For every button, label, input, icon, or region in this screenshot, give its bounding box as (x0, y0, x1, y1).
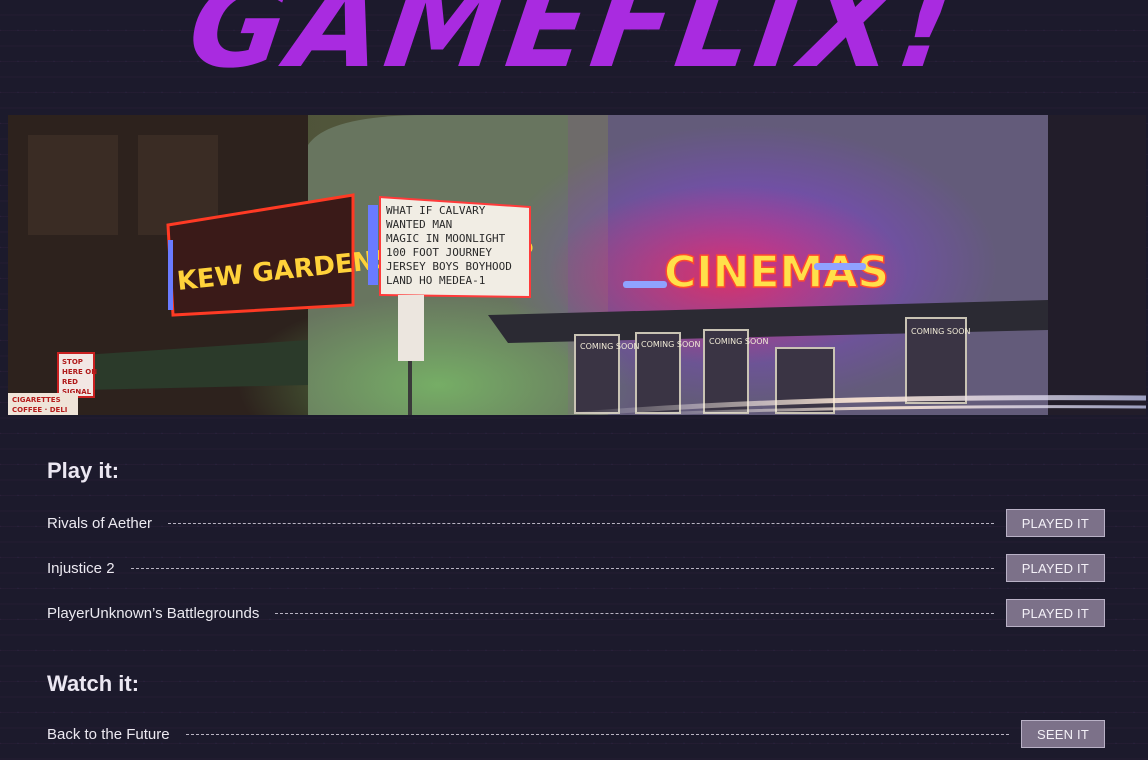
board-line-1: WHAT IF CALVARY (386, 204, 486, 217)
stop-sign-line-3: RED (62, 378, 78, 386)
store-sign-line-1: CIGARETTES (12, 396, 61, 404)
dotted-leader (130, 567, 994, 569)
poster-coming-2: COMING SOON (641, 340, 701, 349)
dotted-leader (185, 733, 1010, 735)
game-row: PlayerUnknown’s Battlegrounds PLAYED IT (47, 598, 1105, 628)
board-line-2: WANTED MAN (386, 218, 452, 231)
play-heading: Play it: (47, 458, 120, 483)
board-line-5: JERSEY BOYS BOYHOOD (386, 260, 512, 273)
board-line-3: MAGIC IN MOONLIGHT (386, 232, 506, 245)
banner-text-cinemas: CINEMAS (664, 247, 889, 298)
game-title: Injustice 2 (47, 559, 115, 577)
play-section: Play it: Rivals of Aether PLAYED IT Inju… (47, 458, 1105, 627)
poster-coming-3: COMING SOON (709, 337, 769, 346)
played-it-button[interactable]: PLAYED IT (1005, 554, 1105, 582)
game-title: PlayerUnknown’s Battlegrounds (47, 604, 260, 622)
watch-section: Watch it: Back to the Future SEEN IT (47, 671, 1105, 748)
stop-sign-line-2: HERE ON (62, 368, 97, 376)
poster-coming-4: COMING SOON (911, 327, 971, 336)
seen-it-button[interactable]: SEEN IT (1021, 720, 1105, 748)
poster-coming-1: COMING SOON (580, 342, 640, 351)
movie-row: Back to the Future SEEN IT (47, 719, 1105, 749)
gameflix-logo: GAMEFLIX! (180, 0, 968, 94)
movie-title: Back to the Future (47, 725, 170, 743)
played-it-button[interactable]: PLAYED IT (1005, 599, 1105, 627)
game-row: Injustice 2 PLAYED IT (47, 553, 1105, 583)
game-row: Rivals of Aether PLAYED IT (47, 508, 1105, 538)
store-sign-line-2: COFFEE · DELI (12, 406, 67, 414)
game-title: Rivals of Aether (47, 514, 153, 532)
board-line-6: LAND HO MEDEA-1 (386, 274, 485, 287)
watch-heading: Watch it: (47, 671, 140, 696)
cinema-banner-image: KEW GARDENS CINEMAS WHAT IF CALVARY WANT… (8, 115, 1146, 415)
played-it-button[interactable]: PLAYED IT (1005, 509, 1105, 537)
board-line-4: 100 FOOT JOURNEY (386, 246, 492, 259)
dotted-leader (275, 612, 994, 614)
dotted-leader (168, 522, 994, 524)
stop-sign-line-1: STOP (62, 358, 83, 366)
